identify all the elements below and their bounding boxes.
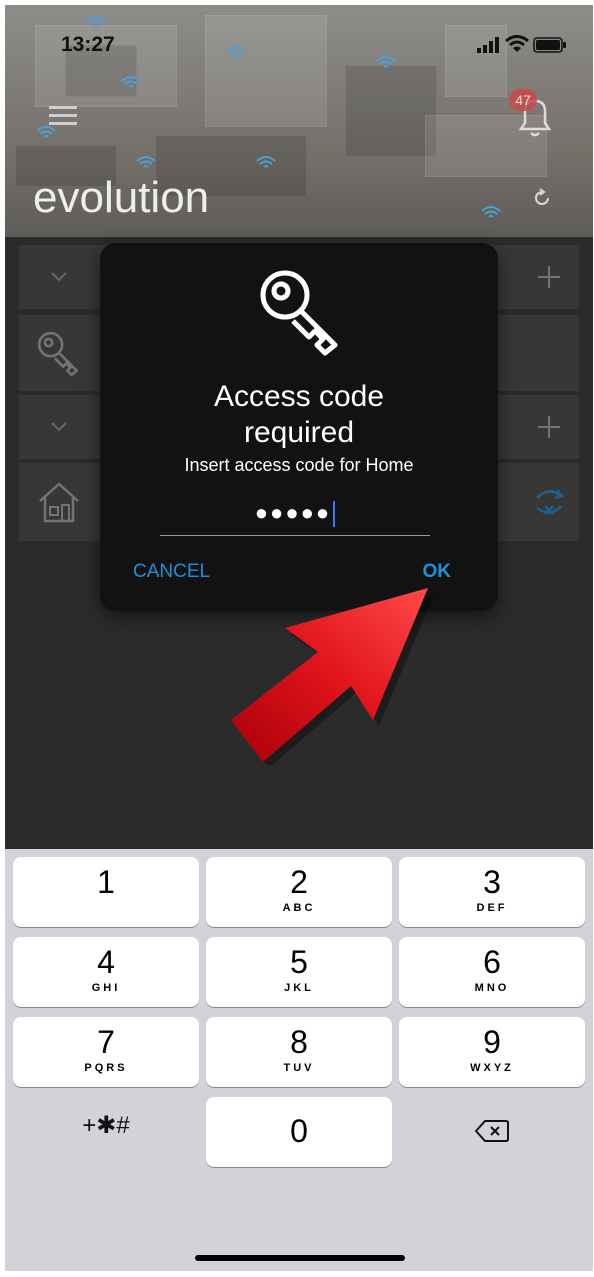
wifi-icon: [505, 35, 529, 52]
header: 13:27 47 evolution: [5, 5, 593, 237]
key-3[interactable]: 3 DEF: [399, 857, 585, 927]
access-code-value: ●●●●●: [254, 500, 332, 525]
key-digit: 1: [97, 864, 115, 900]
key-letters: TUV: [283, 1062, 315, 1074]
key-2[interactable]: 2 ABC: [206, 857, 392, 927]
key-digit: 2: [290, 864, 308, 900]
key-6[interactable]: 6 MNO: [399, 937, 585, 1007]
dialog-title-line2: required: [243, 416, 355, 449]
key-letters: WXYZ: [470, 1062, 514, 1074]
page-title: evolution: [33, 173, 210, 222]
key-letters: PQRS: [84, 1062, 128, 1074]
delete-key[interactable]: [399, 1111, 585, 1151]
access-code-dialog: Access code required Insert access code …: [100, 243, 498, 611]
key-8[interactable]: 8 TUV: [206, 1017, 392, 1087]
key-letters: MNO: [474, 982, 510, 994]
key-digit: 9: [483, 1024, 501, 1060]
key-letters: ABC: [282, 902, 316, 914]
key-letters: GHI: [91, 982, 121, 994]
dialog-title-line1: Access code: [213, 380, 385, 413]
key-digit: 4: [97, 944, 115, 980]
dialog-subtitle: Insert access code for Home: [184, 455, 414, 475]
status-time: 13:27: [61, 33, 115, 56]
refresh-icon[interactable]: [531, 187, 553, 209]
dialog-title: Access code required: [100, 379, 498, 451]
numeric-keypad: 1 2 ABC 3 DEF 4 GHI 5 JKL 6 MNO 7 PQRS 8 TUV 9 W…: [5, 849, 593, 1271]
key-digit: 3: [483, 864, 501, 900]
notification-badge: 47: [509, 89, 537, 111]
key-9[interactable]: 9 WXYZ: [399, 1017, 585, 1087]
key-digit: 5: [290, 944, 308, 980]
cancel-button[interactable]: CANCEL: [133, 561, 210, 583]
key-letters: JKL: [284, 982, 314, 994]
text-caret: [333, 501, 336, 528]
key-digit: 8: [290, 1024, 308, 1060]
access-code-input[interactable]: ●●●●●: [160, 493, 430, 536]
menu-icon[interactable]: [49, 105, 77, 127]
key-4[interactable]: 4 GHI: [13, 937, 199, 1007]
key-digit: 7: [97, 1024, 115, 1060]
red-arrow-pointer: [231, 588, 434, 765]
symbols-key[interactable]: +✱#: [13, 1111, 199, 1151]
status-icons: [477, 35, 567, 55]
signal-icon: [477, 37, 499, 53]
backspace-icon: [475, 1120, 509, 1142]
battery-icon: [533, 37, 566, 53]
home-indicator[interactable]: [195, 1255, 405, 1261]
key-letters: DEF: [476, 902, 508, 914]
key-7[interactable]: 7 PQRS: [13, 1017, 199, 1087]
key-5[interactable]: 5 JKL: [206, 937, 392, 1007]
key-digit: 0: [290, 1113, 308, 1149]
key-0[interactable]: 0: [206, 1097, 392, 1167]
key-digit: 6: [483, 944, 501, 980]
phone-screen: 13:27 47 evolution Access code required …: [5, 5, 593, 1271]
key-icon: [260, 270, 338, 356]
key-1[interactable]: 1: [13, 857, 199, 927]
